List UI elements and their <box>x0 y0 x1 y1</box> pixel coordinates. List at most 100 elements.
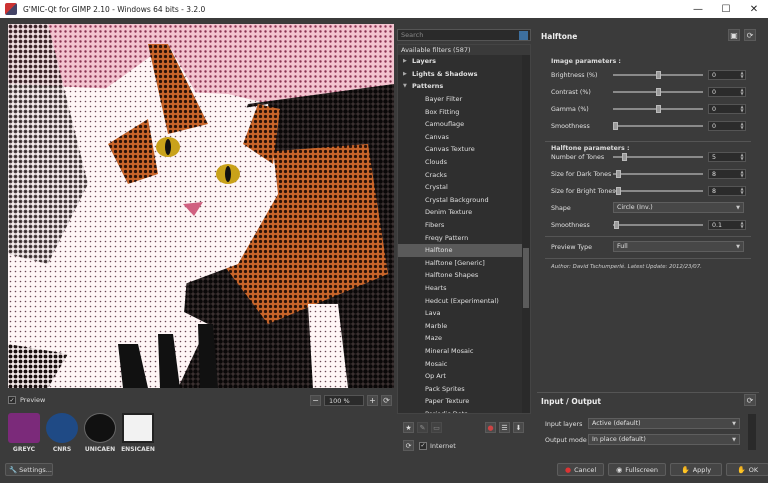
add-fave-button[interactable]: ★ <box>403 422 414 433</box>
preview-checkbox[interactable]: ✓ <box>8 396 16 404</box>
spin-arrows-icon[interactable]: ▲ ▼ <box>739 88 745 96</box>
slider-handle[interactable] <box>615 187 621 195</box>
spin-arrows-icon[interactable]: ▲ ▼ <box>739 122 745 130</box>
spin-arrows-icon[interactable]: ▲ ▼ <box>739 71 745 79</box>
close-window-button[interactable]: ✕ <box>740 0 768 18</box>
filter-item[interactable]: Mosaic <box>398 357 530 370</box>
ok-button[interactable]: ✋ OK <box>726 463 768 476</box>
slider-handle[interactable] <box>655 71 661 79</box>
filter-item[interactable]: Canvas <box>398 131 530 144</box>
logo-ensicaen[interactable]: ENSICAEN <box>121 413 155 457</box>
filter-item[interactable]: Maze <box>398 332 530 345</box>
remove-fave-button[interactable]: ✎ <box>417 422 428 433</box>
slider-handle[interactable] <box>655 105 661 113</box>
filter-item[interactable]: Mineral Mosaic <box>398 345 530 358</box>
param-spinbox[interactable]: 0 ▲ ▼ <box>708 87 746 97</box>
filter-item[interactable]: Bayer Filter <box>398 93 530 106</box>
slider-handle[interactable] <box>621 153 627 161</box>
spin-arrows-icon[interactable]: ▲ ▼ <box>739 170 745 178</box>
input-layers-select[interactable]: Active (default) ▼ <box>588 418 740 429</box>
param-spinbox[interactable]: 0 ▲ ▼ <box>708 104 746 114</box>
param-slider[interactable] <box>613 168 703 180</box>
folder-patterns[interactable]: ▼ Patterns <box>398 80 530 93</box>
zoom-level-field[interactable]: 100 % <box>324 395 364 406</box>
filter-item[interactable]: Cracks <box>398 168 530 181</box>
apply-button[interactable]: ✋ Apply <box>669 463 723 476</box>
preview-image[interactable] <box>8 24 394 388</box>
spin-arrows-icon[interactable]: ▲ ▼ <box>739 221 745 229</box>
minimize-button[interactable]: — <box>684 0 712 18</box>
folder-lights-shadows[interactable]: ▶ Lights & Shadows <box>398 68 530 81</box>
filter-item[interactable]: Periodic Dots <box>398 408 530 413</box>
filter-item[interactable]: Hedcut (Experimental) <box>398 294 530 307</box>
spin-arrows-icon[interactable]: ▲ ▼ <box>739 153 745 161</box>
param-spinbox[interactable]: 8 ▲ ▼ <box>708 169 746 179</box>
param-spinbox[interactable]: 0 ▲ ▼ <box>708 70 746 80</box>
reset-parameters-button[interactable]: ⟳ <box>744 29 756 41</box>
filter-item[interactable]: Halftone <box>398 243 530 257</box>
spin-arrows-icon[interactable]: ▲ ▼ <box>739 187 745 195</box>
logo-cnrs[interactable]: CNRS <box>46 413 78 457</box>
shape-select[interactable]: Circle (Inv.) ▼ <box>613 202 744 213</box>
filter-search-input[interactable]: Search <box>397 29 531 41</box>
filter-item[interactable]: Hearts <box>398 282 530 295</box>
param-slider[interactable] <box>613 69 703 81</box>
folder-layers[interactable]: ▶ Layers <box>398 55 530 68</box>
filter-item[interactable]: Halftone Shapes <box>398 269 530 282</box>
refresh-filters-button[interactable]: ⟳ <box>403 440 414 451</box>
hide-filter-button[interactable]: ● <box>485 422 496 433</box>
cancel-button[interactable]: ● Cancel <box>557 463 605 476</box>
download-filters-button[interactable]: ⬇ <box>513 422 524 433</box>
logo-unicaen[interactable]: UNICAEN <box>84 413 116 457</box>
refresh-preview-button[interactable]: ⟳ <box>381 395 392 406</box>
output-mode-select[interactable]: In place (default) ▼ <box>588 434 740 445</box>
internet-checkbox[interactable]: ✓ <box>419 441 427 450</box>
filter-item[interactable]: Pack Sprites <box>398 382 530 395</box>
filter-tree-scrollbar[interactable] <box>522 55 530 413</box>
param-spinbox[interactable]: 0 ▲ ▼ <box>708 121 746 131</box>
param-spinbox[interactable]: 8 ▲ ▼ <box>708 186 746 196</box>
filter-item[interactable]: Marble <box>398 319 530 332</box>
io-reset-button[interactable]: ⟳ <box>744 394 756 406</box>
filter-item[interactable]: Fibers <box>398 219 530 232</box>
io-scrollbar[interactable] <box>748 414 756 450</box>
param-slider[interactable] <box>613 185 703 197</box>
filter-item[interactable]: Crystal Background <box>398 194 530 207</box>
fullscreen-button[interactable]: ◉ Fullscreen <box>608 463 666 476</box>
maximize-button[interactable]: ☐ <box>712 0 740 18</box>
filter-item[interactable]: Lava <box>398 307 530 320</box>
filter-item[interactable]: Camouflage <box>398 118 530 131</box>
copy-command-button[interactable]: ▣ <box>728 29 740 41</box>
slider-handle[interactable] <box>655 88 661 96</box>
filter-item[interactable]: Denim Texture <box>398 206 530 219</box>
smoothness2-slider[interactable] <box>613 219 703 231</box>
param-spinbox[interactable]: 5 ▲ ▼ <box>708 152 746 162</box>
scrollbar-thumb[interactable] <box>523 248 529 308</box>
spin-arrows-icon[interactable]: ▲ ▼ <box>739 105 745 113</box>
param-slider[interactable] <box>613 103 703 115</box>
filter-tree[interactable]: Available filters (587) ▶ Layers ▶ Lights … <box>397 44 531 414</box>
filter-item[interactable]: Box Fitting <box>398 105 530 118</box>
expand-collapse-button[interactable]: ☰ <box>499 422 510 433</box>
preview-checkbox-label: Preview <box>20 396 46 404</box>
filter-item[interactable]: Canvas Texture <box>398 143 530 156</box>
slider-handle[interactable] <box>615 170 621 178</box>
filter-item[interactable]: Freqy Pattern <box>398 231 530 244</box>
slider-handle[interactable] <box>613 122 618 130</box>
filter-item[interactable]: Halftone [Generic] <box>398 257 530 270</box>
param-slider[interactable] <box>613 86 703 98</box>
preview-type-select[interactable]: Full ▼ <box>613 241 744 252</box>
settings-button[interactable]: 🔧 Settings... <box>5 463 53 476</box>
logo-greyc[interactable]: GREYC <box>8 413 40 457</box>
param-slider[interactable] <box>613 151 703 163</box>
filter-item[interactable]: Paper Texture <box>398 395 530 408</box>
rename-fave-button[interactable]: ▭ <box>431 422 442 433</box>
filter-item[interactable]: Crystal <box>398 181 530 194</box>
param-slider[interactable] <box>613 120 703 132</box>
filter-item[interactable]: Op Art <box>398 370 530 383</box>
zoom-out-button[interactable]: − <box>310 395 321 406</box>
zoom-in-button[interactable]: + <box>367 395 378 406</box>
filter-item[interactable]: Clouds <box>398 156 530 169</box>
slider-handle[interactable] <box>613 221 619 229</box>
smoothness2-spinbox[interactable]: 0.1 ▲ ▼ <box>708 220 746 230</box>
